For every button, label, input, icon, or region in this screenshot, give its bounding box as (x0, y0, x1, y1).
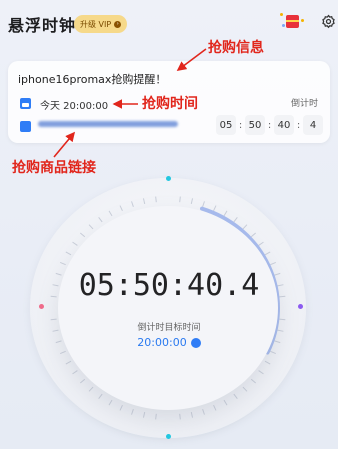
dial-tick (98, 217, 103, 223)
dial-tick (155, 413, 157, 420)
dial-tick (179, 196, 181, 203)
dial-tick (270, 350, 276, 355)
dial-tick (270, 261, 276, 266)
dial-tick (242, 224, 248, 230)
dial-marker-top (166, 176, 171, 181)
dial-tick (202, 409, 205, 415)
dial-tick (242, 386, 248, 392)
dial-tick (142, 411, 146, 418)
dial-marker-bottom (166, 434, 171, 439)
dial-tick (250, 378, 257, 384)
dial-tick (65, 360, 72, 365)
dial-tick (258, 370, 264, 375)
dial-tick (179, 413, 181, 420)
dial-tick (142, 198, 146, 205)
annotation-info: 抢购信息 (208, 40, 264, 56)
dial-tick (98, 393, 103, 399)
annotation-arrow-info (176, 48, 207, 71)
dial-face (58, 206, 278, 410)
dial-tick (264, 251, 271, 256)
dial-tick (108, 210, 113, 217)
dial-tick (79, 232, 86, 238)
dial-tick (202, 201, 205, 207)
dial-tick (223, 399, 228, 406)
edit-icon[interactable] (190, 337, 201, 348)
dial-tick (65, 251, 72, 256)
dial-tick (60, 350, 66, 355)
target-time-value: 20:00:00 (137, 336, 187, 349)
dial-marker-left (39, 304, 44, 309)
dial-tick (72, 241, 78, 246)
dial-tick (258, 241, 264, 246)
dial-tick (233, 393, 238, 399)
target-time-row[interactable]: 20:00:00 (0, 336, 338, 349)
clock-dial (30, 176, 306, 439)
dial-tick (223, 210, 228, 217)
target-time-label: 倒计时目标时间 (137, 323, 201, 333)
dial-tick (190, 411, 194, 418)
dial-tick (72, 370, 78, 375)
dial-tick (119, 205, 123, 212)
dial-marker-right (298, 304, 303, 309)
dial-tick (250, 232, 257, 238)
dial-tick (233, 217, 238, 223)
dial-tick (79, 378, 86, 384)
dial-tick (131, 201, 134, 207)
annotation-time: 抢购时间 (142, 96, 198, 112)
dial-tick (155, 196, 157, 203)
dial-tick (213, 404, 217, 411)
dial-tick (88, 386, 94, 392)
dial-tick (213, 205, 217, 212)
dial-tick (119, 404, 123, 411)
dial-tick (60, 261, 66, 266)
dial-tick (264, 360, 271, 365)
annotation-arrow-link (53, 131, 76, 158)
annotation-link: 抢购商品链接 (12, 160, 96, 176)
dial-tick (131, 409, 134, 415)
dial-tick (108, 399, 113, 406)
dial-tick (190, 198, 194, 205)
current-countdown: 05:50:40.4 (78, 268, 260, 303)
dial-tick (88, 224, 94, 230)
